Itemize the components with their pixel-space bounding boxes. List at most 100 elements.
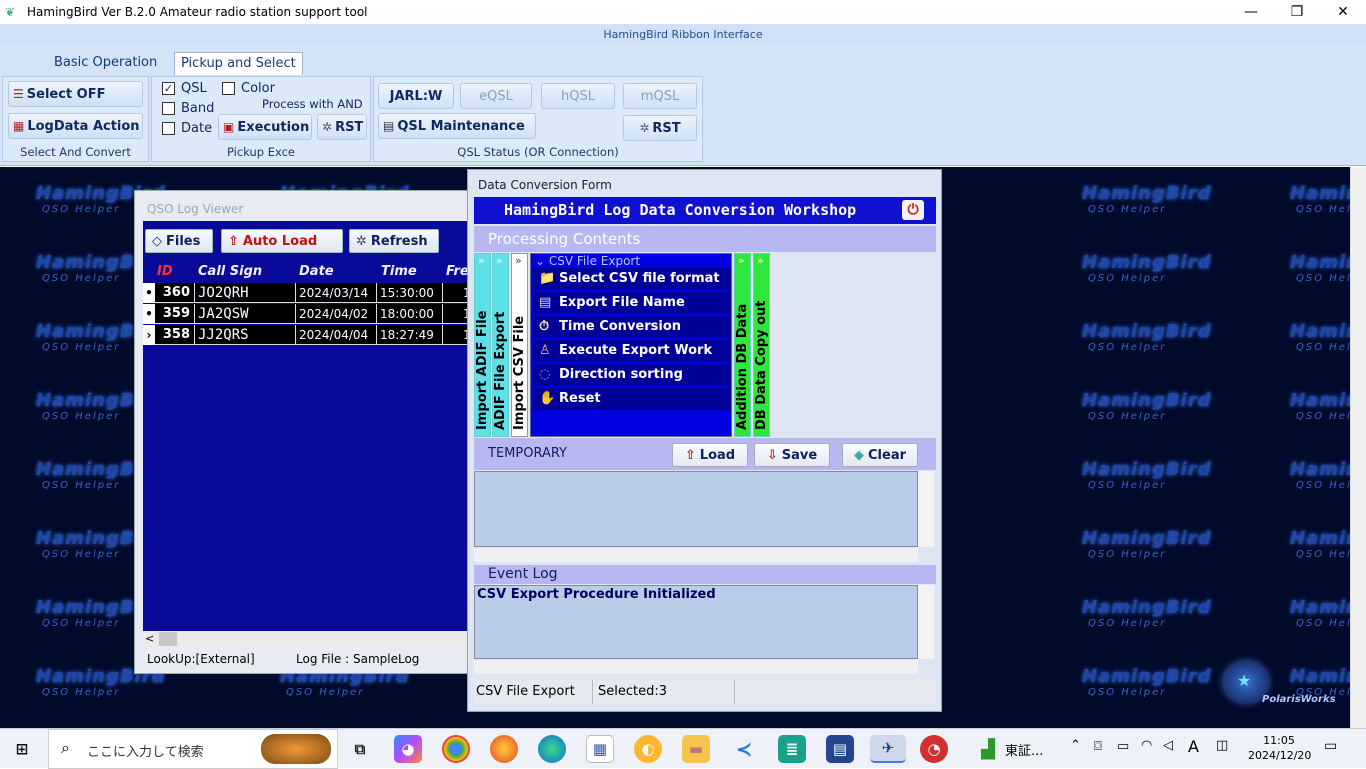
col-time[interactable]: Time — [381, 261, 417, 283]
csv-export-title-label: CSV File Export — [548, 254, 641, 268]
tab-import-adif[interactable]: » Import ADIF File — [474, 253, 491, 437]
temporary-label: TEMPORARY — [488, 446, 567, 461]
vscode-icon[interactable]: ≺ — [730, 735, 758, 763]
temporary-hscroll[interactable] — [474, 548, 918, 562]
scroll-left-arrow[interactable]: < — [145, 631, 154, 647]
mqsl-button[interactable]: mQSL — [623, 83, 697, 109]
col-freq[interactable]: Fre — [446, 261, 469, 283]
col-id[interactable]: ID — [157, 261, 173, 283]
table-row[interactable]: • 359 JA2QSW 2024/04/02 18:00:00 1 — [143, 304, 471, 324]
qsl-rst-label: RST — [652, 120, 681, 136]
ribbon: Basic Operation Pickup and Select ☰ Selec… — [0, 46, 1366, 166]
battery-icon[interactable]: ▭ — [1117, 739, 1129, 754]
save-button[interactable]: ⇩ Save — [754, 443, 830, 467]
band-checkbox[interactable]: Band — [162, 101, 214, 116]
watermark-subtitle: QSO Helper — [1088, 687, 1167, 698]
clear-button[interactable]: ◆ Clear — [842, 443, 918, 467]
tab-db-data-copy-out[interactable]: » DB Data Copy out — [753, 253, 770, 437]
chrome-icon[interactable] — [442, 735, 470, 763]
menu-label: Direction sorting — [559, 367, 683, 382]
watermark-logo: HamingBirdQSO Helper — [1082, 252, 1212, 284]
pickup-rst-button[interactable]: ✲ RST — [317, 114, 367, 140]
refresh-button[interactable]: ✲ Refresh — [349, 229, 439, 253]
menu-reset[interactable]: ✋ Reset — [533, 388, 731, 410]
scroll-thumb[interactable] — [159, 632, 177, 646]
logdata-action-button[interactable]: ▦ LogData Action — [8, 113, 143, 139]
event-log-vscroll[interactable] — [918, 585, 934, 659]
tab-basic-operation[interactable]: Basic Operation — [48, 52, 163, 74]
search-placeholder: ここに入力して検索 — [87, 745, 204, 760]
stock-chart-icon[interactable]: ▟ — [974, 735, 1002, 763]
event-log-textbox[interactable]: CSV Export Procedure Initialized — [474, 585, 918, 659]
auto-load-button[interactable]: ⇧ Auto Load — [221, 229, 343, 253]
app-shield-icon[interactable]: ◐ — [634, 735, 662, 763]
ime-indicator[interactable]: A — [1188, 737, 1199, 756]
event-log-hscroll[interactable] — [474, 660, 918, 674]
firefox-icon[interactable] — [490, 735, 518, 763]
watermark-title: HamingBird — [1290, 321, 1350, 342]
vertical-scrollbar[interactable] — [1350, 167, 1366, 728]
menu-direction-sorting[interactable]: ◌ Direction sorting — [533, 364, 731, 386]
menu-execute-export-work[interactable]: ♙ Execute Export Work — [533, 340, 731, 362]
menu-select-csv-format[interactable]: 📁 Select CSV file format — [533, 268, 731, 290]
notes-app-icon[interactable]: ≣ — [778, 735, 806, 763]
windows-start-icon[interactable]: ⊞ — [8, 735, 36, 763]
stock-app-label[interactable]: 東証... — [1005, 740, 1043, 759]
menu-export-file-name-setup[interactable]: ▤Export File Name Setup — [533, 292, 731, 332]
execution-button[interactable]: ▣ Execution — [218, 114, 312, 140]
chevron-up-icon[interactable]: ⌃ — [1070, 738, 1081, 753]
qsl-rst-button[interactable]: ✲ RST — [623, 115, 697, 141]
minimize-button[interactable]: — — [1228, 0, 1274, 24]
copilot-icon[interactable]: ◕ — [394, 735, 422, 763]
files-button[interactable]: ◇ Files — [145, 229, 213, 253]
color-checkbox[interactable]: Color — [222, 81, 275, 96]
tab-adif-export[interactable]: » ADIF File Export — [492, 253, 509, 437]
volume-icon[interactable]: ◁ — [1163, 738, 1173, 753]
temporary-vscroll[interactable] — [918, 471, 934, 547]
col-call-sign[interactable]: Call Sign — [198, 261, 262, 283]
table-row[interactable]: • 360 JO2QRH 2024/03/14 15:30:00 1 — [143, 283, 471, 303]
csv-export-title[interactable]: ⌄ CSV File Export — [535, 254, 640, 268]
row-marker: • — [143, 304, 155, 324]
eqsl-button[interactable]: eQSL — [460, 83, 532, 109]
hqsl-button[interactable]: hQSL — [541, 83, 615, 109]
taskbar-search[interactable]: ⌕ ここに入力して検索 — [48, 729, 338, 769]
watermark-logo: HamingBirdQSO Helper — [1082, 666, 1212, 698]
qsl-checkbox[interactable]: ✓ QSL — [162, 81, 207, 96]
tab-import-csv[interactable]: » Import CSV File — [511, 253, 528, 437]
calculator-icon[interactable]: ▤ — [826, 735, 854, 763]
date-checkbox[interactable]: Date — [162, 121, 212, 136]
event-log-label: Event Log — [474, 565, 936, 584]
restore-button[interactable]: ❐ — [1274, 0, 1320, 24]
execution-label: Execution — [237, 119, 310, 135]
qsl-maintenance-button[interactable]: ▤ QSL Maintenance — [378, 113, 536, 139]
watermark-subtitle: QSO Helper — [1296, 549, 1350, 560]
watermark-logo: HamingBirdQSO Helper — [1290, 459, 1350, 491]
notification-icon[interactable]: ▭ — [1324, 738, 1337, 754]
edge-icon[interactable] — [538, 735, 566, 763]
close-button[interactable]: ✕ — [1320, 0, 1366, 24]
watermark-subtitle: QSO Helper — [286, 687, 365, 698]
taskbar-clock[interactable]: 11:05 2024/12/20 — [1248, 733, 1311, 763]
watermark-subtitle: QSO Helper — [1088, 411, 1167, 422]
menu-time-conversion[interactable]: ⏱ Time Conversion — [533, 316, 731, 338]
ime-mode-icon[interactable]: ◫ — [1216, 738, 1228, 753]
qso-horizontal-scrollbar[interactable]: < — [143, 631, 469, 647]
load-button[interactable]: ⇧ Load — [672, 443, 748, 467]
app-grid-icon[interactable]: ▦ — [586, 735, 614, 763]
tab-addition-db-data[interactable]: » Addition DB Data — [734, 253, 751, 437]
wifi-icon[interactable]: ◠ — [1141, 738, 1152, 753]
hamingbird-taskbar-icon[interactable]: ✈ — [870, 735, 906, 763]
jarl-button[interactable]: JARL:W — [378, 83, 454, 109]
table-row[interactable]: › 358 JJ2QRS 2024/04/04 18:27:49 1 — [143, 325, 471, 345]
webcam-icon[interactable]: ⌼ — [1094, 739, 1102, 754]
select-off-button[interactable]: ☰ Select OFF — [8, 81, 143, 107]
sort-icon: ◌ — [539, 367, 551, 382]
app-red-icon[interactable]: ◔ — [920, 735, 948, 763]
temporary-textbox[interactable] — [474, 471, 918, 547]
col-date[interactable]: Date — [299, 261, 334, 283]
tab-pickup-and-select[interactable]: Pickup and Select — [174, 52, 303, 75]
power-icon[interactable]: ⏻ — [902, 200, 924, 220]
file-explorer-icon[interactable]: ▬ — [682, 735, 710, 763]
task-view-icon[interactable]: ⧉ — [346, 735, 374, 763]
